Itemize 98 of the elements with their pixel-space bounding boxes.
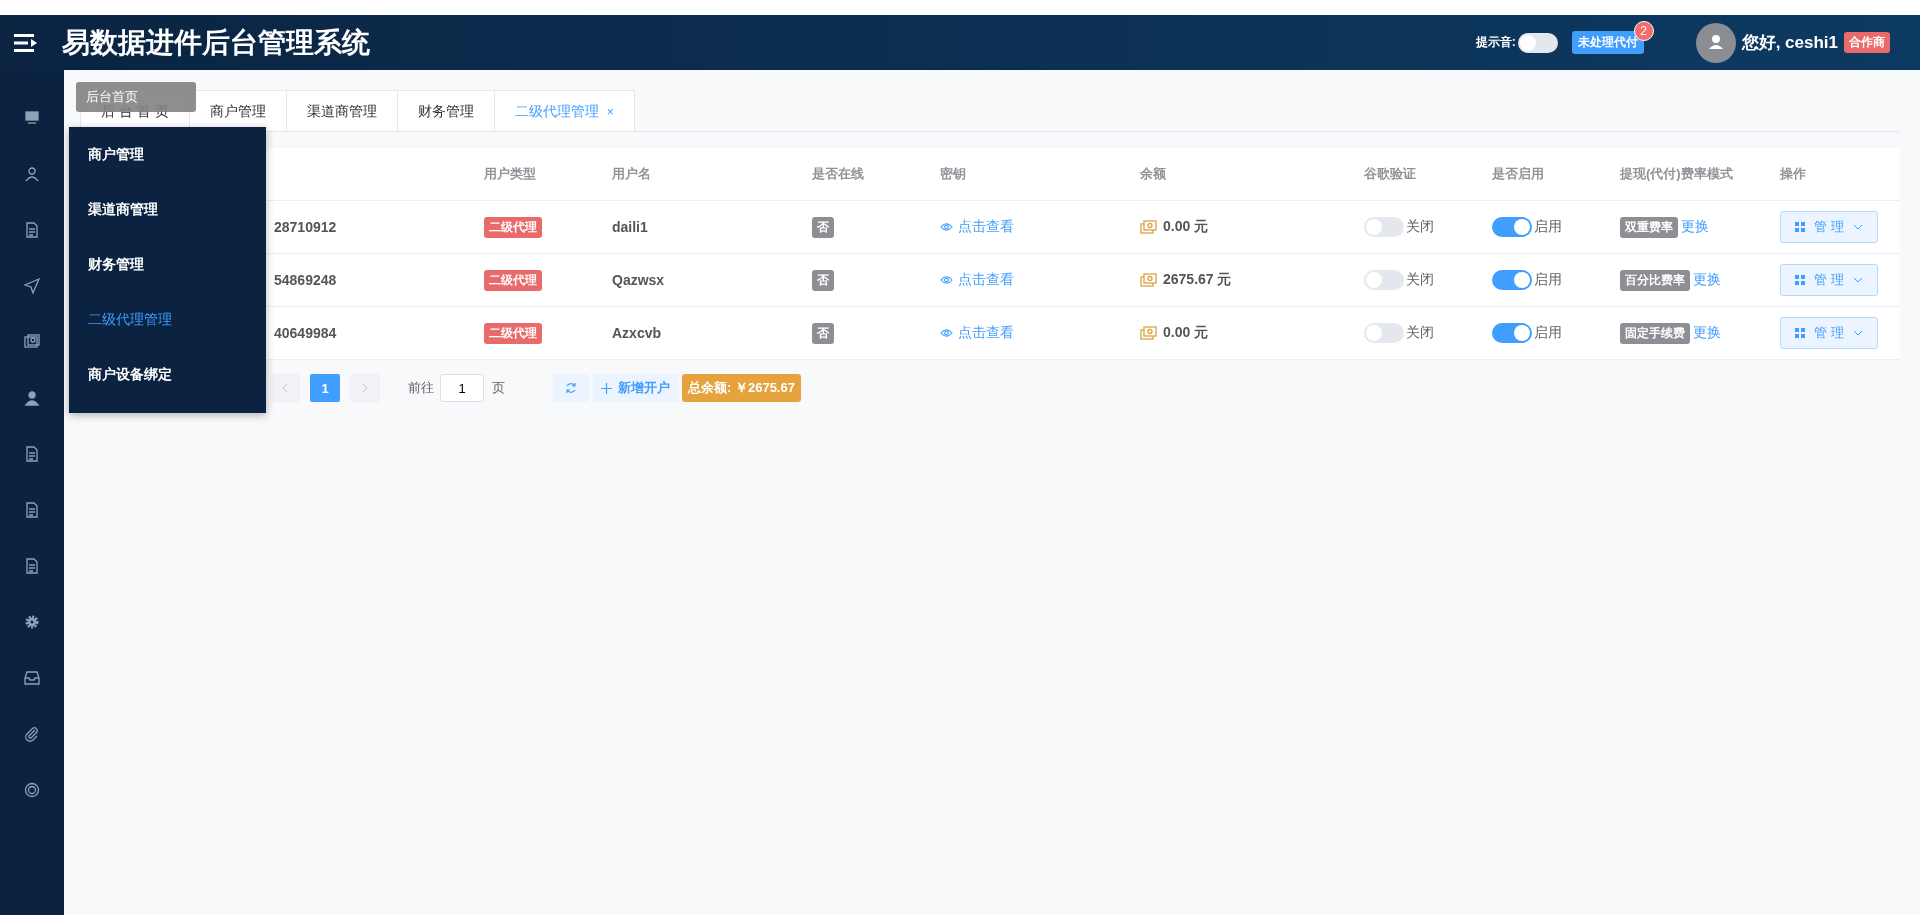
menu-item[interactable]: 渠道商管理	[69, 182, 266, 237]
refresh-icon	[565, 382, 577, 394]
menu-icon[interactable]	[14, 32, 38, 53]
ring-icon[interactable]	[24, 782, 40, 798]
caret-icon	[1852, 224, 1863, 230]
role-tag: 合作商	[1844, 32, 1890, 53]
balance: 0.00 元	[1163, 218, 1209, 236]
view-key-link[interactable]: 点击查看	[940, 218, 1014, 236]
document-icon[interactable]	[24, 222, 40, 238]
username: Qazwsx	[612, 272, 665, 288]
user-id: 54869248	[274, 272, 337, 288]
menu-item[interactable]: 财务管理	[69, 237, 266, 292]
eye-icon	[940, 275, 953, 285]
grid-icon	[1795, 328, 1805, 338]
avatar-icon[interactable]	[1695, 22, 1736, 63]
sound-toggle[interactable]	[1517, 32, 1558, 53]
grid-icon	[1795, 222, 1805, 232]
username: Azxcvb	[612, 325, 662, 341]
column-header: 操作	[1780, 165, 1807, 183]
google-auth-toggle[interactable]	[1364, 270, 1404, 290]
menu-item[interactable]: 二级代理管理	[69, 292, 266, 347]
caret-icon	[1852, 277, 1863, 283]
column-header: 是否启用	[1492, 165, 1545, 183]
username: daili1	[612, 219, 648, 235]
user-type-tag: 二级代理	[484, 322, 542, 344]
cash-icon	[1140, 219, 1157, 235]
close-icon[interactable]: ×	[606, 105, 614, 119]
user-id: 28710912	[274, 219, 337, 235]
column-header: 谷歌验证	[1364, 165, 1417, 183]
user-id: 40649984	[274, 325, 337, 341]
page-suffix: 页	[492, 379, 505, 397]
online-tag: 否	[812, 269, 834, 291]
page-button[interactable]: 1	[310, 374, 340, 402]
column-header: 余额	[1140, 165, 1167, 183]
manage-dropdown-button[interactable]: 管 理	[1780, 264, 1878, 296]
fee-mode-tag: 百分比费率	[1620, 269, 1690, 291]
column-header: 是否在线	[812, 165, 865, 183]
change-link[interactable]: 更换	[1693, 324, 1721, 342]
view-key-link[interactable]: 点击查看	[940, 271, 1014, 289]
column-header: 用户名	[612, 165, 652, 183]
fee-mode-tag: 固定手续费	[1620, 322, 1690, 344]
plus-icon	[601, 382, 612, 394]
toggle-label: 启用	[1534, 324, 1562, 342]
image-icon[interactable]	[24, 334, 40, 350]
grid-icon	[1795, 275, 1805, 285]
sound-label: 提示音:	[1475, 34, 1516, 51]
paperclip-icon[interactable]	[24, 726, 40, 742]
cash-icon	[1140, 272, 1157, 288]
view-key-link[interactable]: 点击查看	[940, 324, 1014, 342]
enabled-toggle[interactable]	[1492, 323, 1532, 343]
toggle-label: 启用	[1534, 218, 1562, 236]
column-header: 密钥	[940, 165, 967, 183]
user-icon[interactable]	[24, 166, 40, 182]
google-auth-toggle[interactable]	[1364, 323, 1404, 343]
document-icon[interactable]	[24, 502, 40, 518]
tab[interactable]: 财务管理	[396, 90, 495, 131]
chevron-left-icon	[282, 383, 288, 393]
column-header: 提现(代付)费率模式	[1620, 165, 1734, 183]
menu-item[interactable]: 商户设备绑定	[69, 347, 266, 402]
toggle-label: 关闭	[1406, 324, 1434, 342]
column-header: 用户类型	[484, 165, 537, 183]
goto-label: 前往	[408, 379, 434, 397]
balance: 2675.67 元	[1163, 271, 1232, 289]
enabled-toggle[interactable]	[1492, 217, 1532, 237]
manage-dropdown-button[interactable]: 管 理	[1780, 317, 1878, 349]
caret-icon	[1852, 330, 1863, 336]
online-tag: 否	[812, 216, 834, 238]
document-icon[interactable]	[24, 558, 40, 574]
change-link[interactable]: 更换	[1693, 271, 1721, 289]
settings-icon[interactable]	[24, 614, 40, 630]
document-icon[interactable]	[24, 446, 40, 462]
eye-icon	[940, 328, 953, 338]
page-input[interactable]: 1	[440, 374, 484, 402]
tab[interactable]: 二级代理管理 ×	[493, 90, 635, 131]
online-tag: 否	[812, 322, 834, 344]
balance: 0.00 元	[1163, 324, 1209, 342]
eye-icon	[940, 222, 953, 232]
cash-icon	[1140, 325, 1157, 341]
user-type-tag: 二级代理	[484, 269, 542, 291]
app-title: 易数据进件后台管理系统	[62, 25, 370, 60]
person-icon[interactable]	[24, 390, 40, 406]
chevron-right-icon	[362, 383, 368, 393]
toggle-label: 启用	[1534, 271, 1562, 289]
tab[interactable]: 渠道商管理	[285, 90, 398, 131]
enabled-toggle[interactable]	[1492, 270, 1532, 290]
toggle-label: 关闭	[1406, 271, 1434, 289]
greeting: 您好, ceshi1	[1741, 32, 1838, 54]
monitor-icon[interactable]	[24, 110, 40, 126]
manage-dropdown-button[interactable]: 管 理	[1780, 211, 1878, 243]
user-type-tag: 二级代理	[484, 216, 542, 238]
change-link[interactable]: 更换	[1681, 218, 1709, 236]
google-auth-toggle[interactable]	[1364, 217, 1404, 237]
add-account-button[interactable]: 新增开户	[593, 374, 678, 402]
toggle-label: 关闭	[1406, 218, 1434, 236]
total-balance-tag: 总余额: ￥2675.67	[682, 374, 801, 402]
send-icon[interactable]	[24, 278, 40, 294]
inbox-icon[interactable]	[24, 670, 40, 686]
fee-mode-tag: 双重费率	[1620, 216, 1678, 238]
